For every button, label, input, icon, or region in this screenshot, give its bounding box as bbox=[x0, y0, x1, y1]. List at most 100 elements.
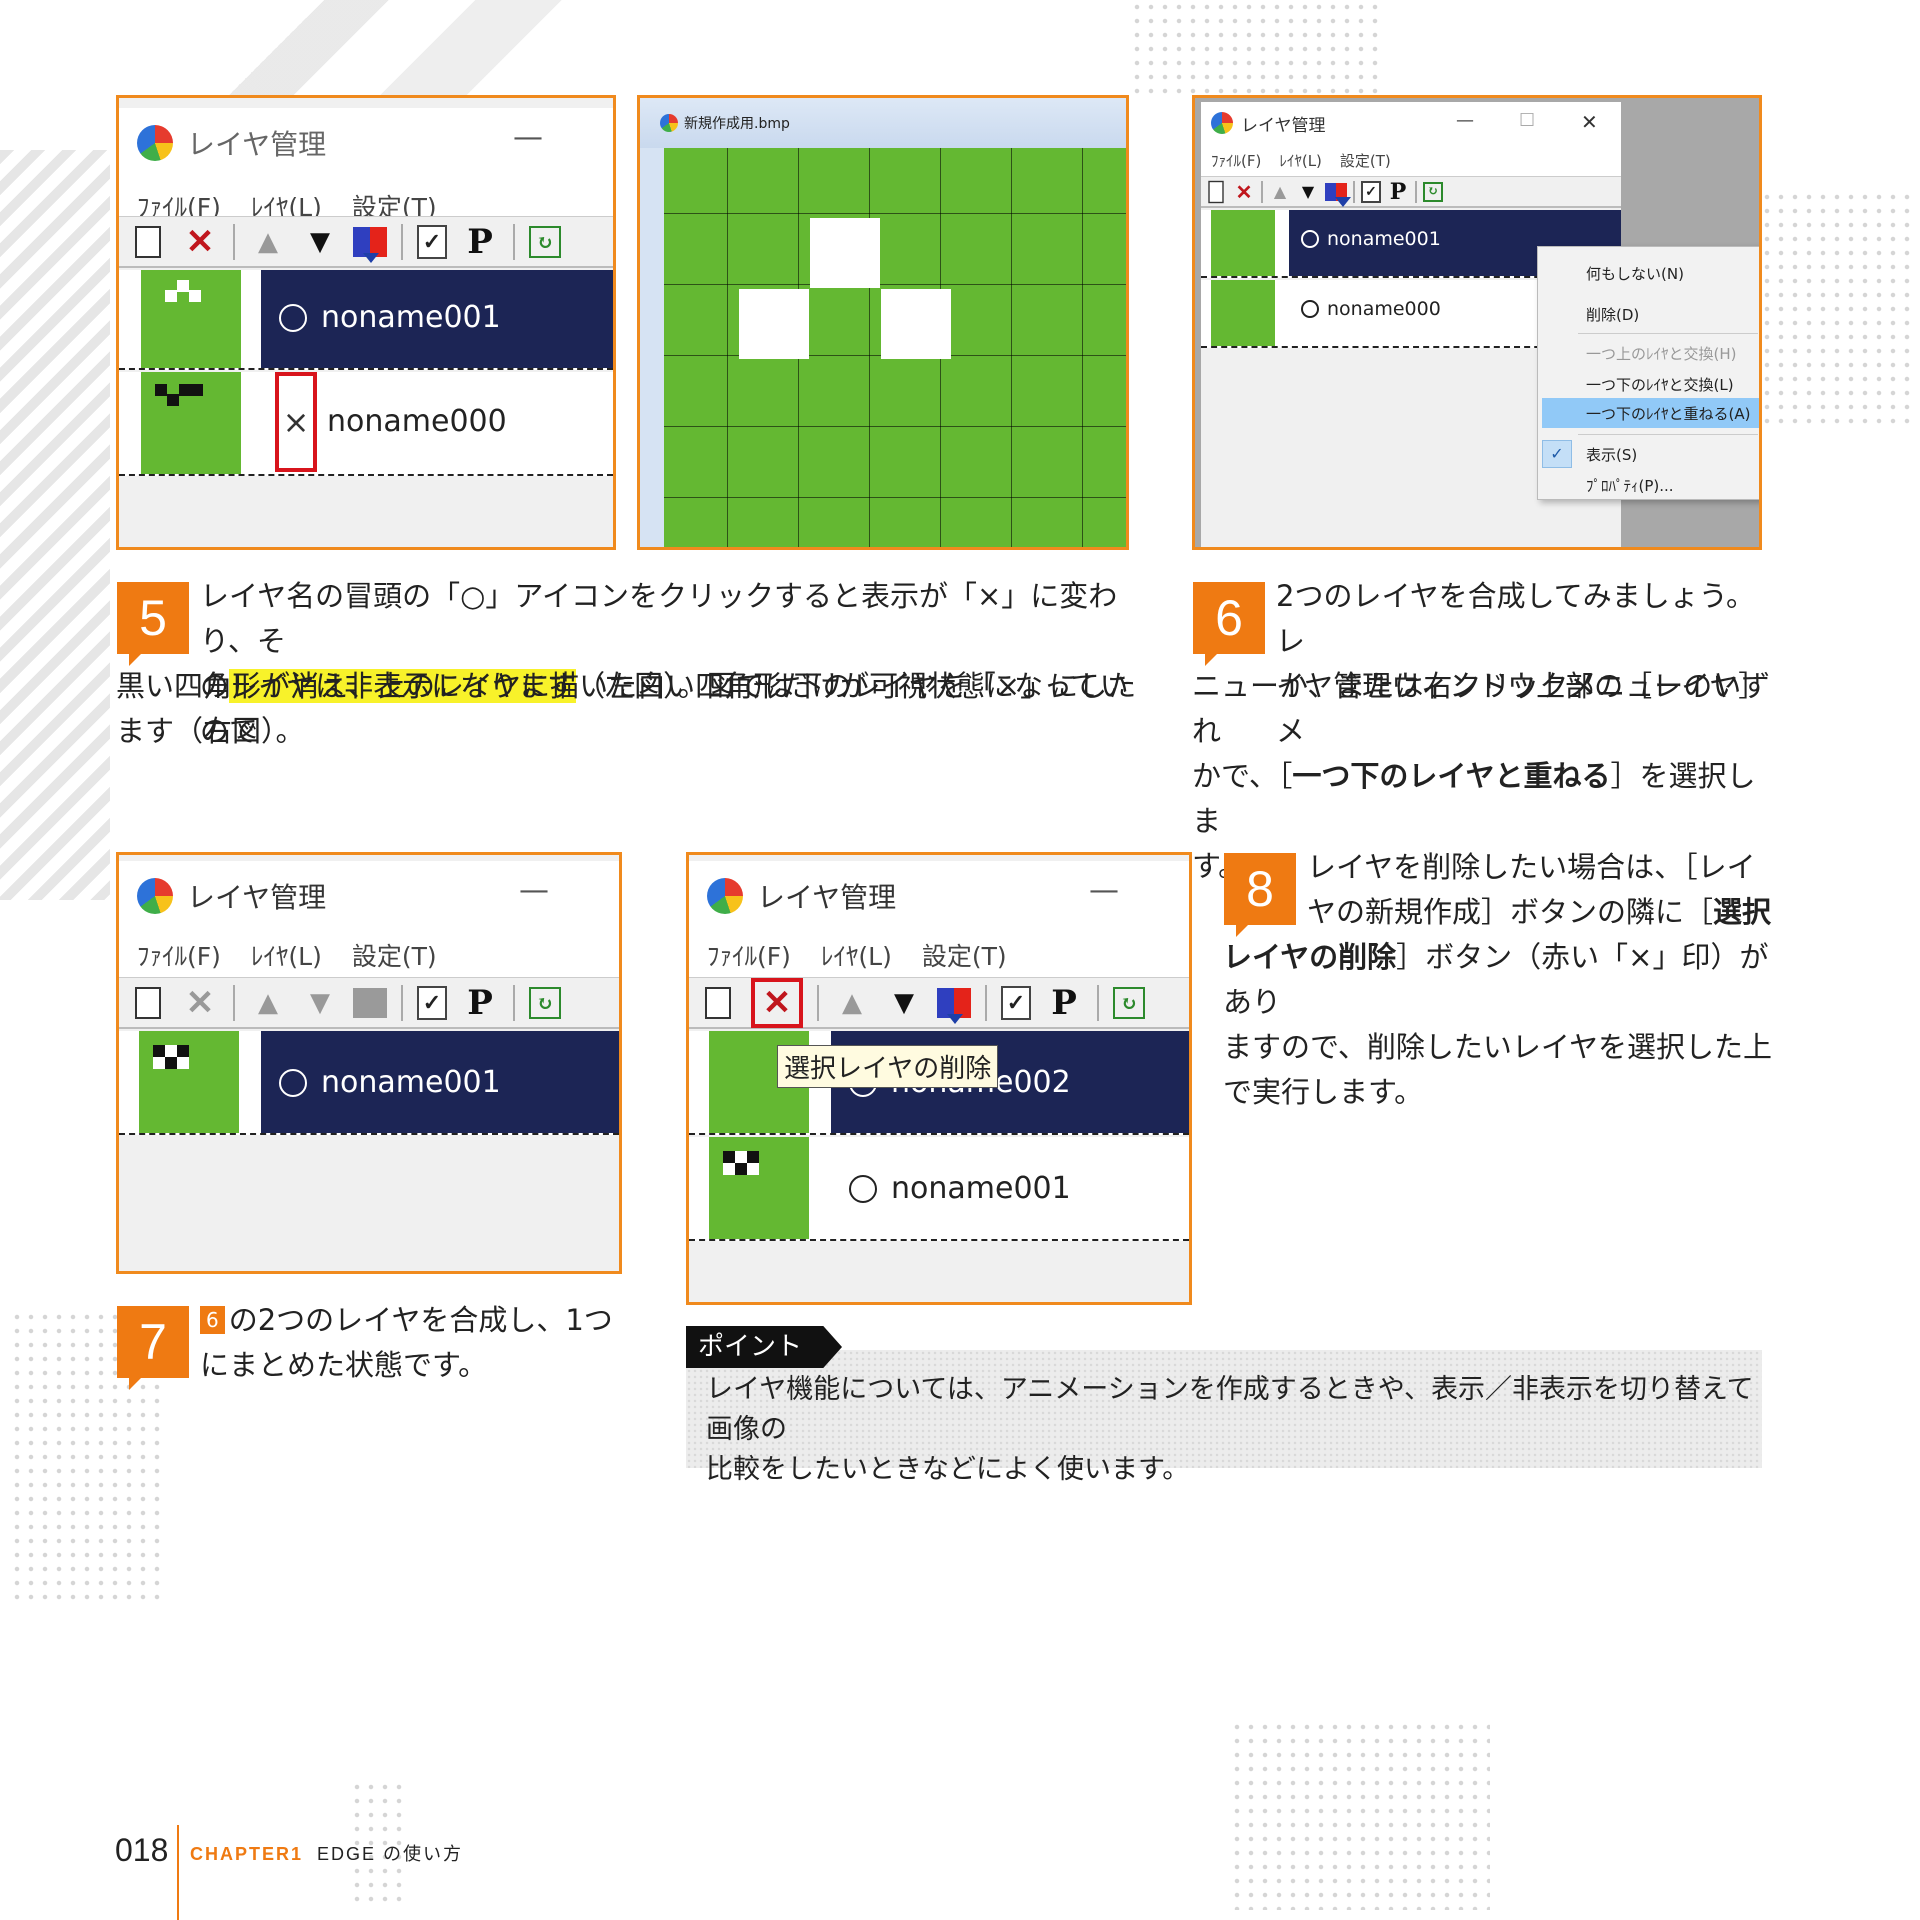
layer-thumbnail bbox=[141, 372, 241, 474]
toolbar: ✕ ▲ ▼ ✓ P ↻ bbox=[689, 977, 1189, 1029]
canvas-titlebar: 新規作成用.bmp bbox=[640, 98, 1126, 148]
menu-settings[interactable]: 設定(T) bbox=[1340, 150, 1391, 171]
new-layer-icon[interactable] bbox=[129, 223, 167, 261]
move-up-icon[interactable]: ▲ bbox=[249, 984, 287, 1022]
menu-layer[interactable]: ﾚｲﾔ(L) bbox=[251, 937, 322, 973]
hidden-marker-box[interactable]: × bbox=[275, 372, 317, 472]
window-titlebar: レイヤ管理 — bbox=[689, 861, 1189, 931]
visibility-circle-icon[interactable] bbox=[279, 1068, 307, 1097]
menu-layer[interactable]: ﾚｲﾔ(L) bbox=[1279, 150, 1322, 171]
screenshot-layer-hidden: レイヤ管理 — ﾌｧｲﾙ(F) ﾚｲﾔ(L) 設定(T) ✕ ▲ ▼ ✓ P ↻… bbox=[116, 95, 616, 550]
canvas-title: 新規作成用.bmp bbox=[684, 116, 790, 132]
new-layer-icon[interactable] bbox=[129, 984, 167, 1022]
close-button[interactable]: ✕ bbox=[1581, 110, 1598, 134]
window-titlebar: レイヤ管理 — ☐ ✕ bbox=[1201, 102, 1621, 144]
context-item-swap-down[interactable]: 一つ下のﾚｲﾔと交換(L) bbox=[1586, 374, 1734, 395]
menu-layer[interactable]: ﾚｲﾔ(L) bbox=[821, 937, 892, 973]
context-item-delete[interactable]: 削除(D) bbox=[1586, 304, 1639, 325]
merge-down-icon[interactable] bbox=[353, 987, 387, 1018]
minimize-button[interactable]: — bbox=[1089, 873, 1119, 908]
move-down-icon[interactable]: ▼ bbox=[885, 984, 923, 1022]
move-down-icon[interactable]: ▼ bbox=[301, 984, 339, 1022]
edit-layer-icon[interactable]: ✓ bbox=[417, 985, 447, 1020]
move-up-icon[interactable]: ▲ bbox=[249, 223, 287, 261]
window-titlebar: レイヤ管理 — bbox=[119, 861, 619, 931]
layer-row[interactable]: noname001 bbox=[119, 270, 613, 370]
refresh-icon[interactable]: ↻ bbox=[1113, 986, 1145, 1019]
screenshot-canvas: 新規作成用.bmp bbox=[637, 95, 1129, 550]
visibility-circle-icon[interactable] bbox=[279, 303, 307, 332]
menu-file[interactable]: ﾌｧｲﾙ(F) bbox=[707, 937, 791, 973]
merge-down-icon[interactable] bbox=[353, 226, 387, 263]
toolbar: ✕ ▲ ▼ ✓ P ↻ bbox=[119, 977, 619, 1029]
layer-name-row: noname001 bbox=[1301, 228, 1441, 250]
move-down-icon[interactable]: ▼ bbox=[1297, 181, 1319, 203]
context-item-swap-up[interactable]: 一つ上のﾚｲﾔと交換(H) bbox=[1586, 343, 1736, 364]
toolbar-separator bbox=[1415, 180, 1417, 203]
refresh-icon[interactable]: ↻ bbox=[529, 986, 561, 1019]
toolbar-separator bbox=[1261, 180, 1263, 203]
maximize-button[interactable]: ☐ bbox=[1519, 110, 1535, 131]
step6-line: ニューか、または右クリックメニューのいずれ bbox=[1192, 669, 1771, 748]
toolbar-separator bbox=[1353, 180, 1355, 203]
pixel-canvas bbox=[664, 148, 1126, 547]
new-layer-icon[interactable] bbox=[1208, 184, 1223, 199]
edit-layer-icon[interactable]: ✓ bbox=[1361, 180, 1381, 203]
context-item-merge-down[interactable]: 一つ下のﾚｲﾔと重ねる(A) bbox=[1542, 398, 1759, 428]
edit-layer-icon[interactable]: ✓ bbox=[1001, 985, 1031, 1020]
merge-down-icon[interactable] bbox=[1325, 182, 1351, 207]
refresh-icon[interactable]: ↻ bbox=[529, 225, 561, 258]
edit-layer-icon[interactable]: ✓ bbox=[417, 224, 447, 259]
delete-layer-icon[interactable]: ✕ bbox=[1233, 180, 1255, 204]
refresh-icon[interactable]: ↻ bbox=[1423, 181, 1443, 202]
delete-layer-icon[interactable]: ✕ bbox=[181, 983, 219, 1023]
layer-name: noname001 bbox=[891, 1171, 1071, 1206]
menu-bar: ﾌｧｲﾙ(F) ﾚｲﾔ(L) 設定(T) bbox=[1201, 144, 1621, 176]
visibility-circle-icon[interactable] bbox=[1301, 230, 1319, 248]
properties-icon[interactable]: P bbox=[1045, 983, 1083, 1023]
point-label: ポイント bbox=[686, 1326, 843, 1368]
delete-selected-layer-icon[interactable]: ✕ bbox=[751, 977, 803, 1028]
properties-icon[interactable]: P bbox=[461, 222, 499, 262]
move-up-icon[interactable]: ▲ bbox=[1269, 181, 1291, 203]
delete-layer-icon[interactable]: ✕ bbox=[181, 222, 219, 262]
new-layer-icon[interactable] bbox=[699, 984, 737, 1022]
visibility-circle-icon[interactable] bbox=[849, 1174, 877, 1203]
properties-icon[interactable]: P bbox=[461, 983, 499, 1023]
context-item-properties[interactable]: ﾌﾟﾛﾊﾟﾃｨ(P)... bbox=[1586, 475, 1674, 496]
step-badge-8: 8 bbox=[1224, 853, 1296, 937]
move-down-icon[interactable]: ▼ bbox=[301, 223, 339, 261]
minimize-button[interactable]: — bbox=[513, 120, 543, 155]
window-title: レイヤ管理 bbox=[1241, 115, 1326, 136]
step-ref-badge: 6 bbox=[200, 1306, 225, 1334]
app-icon bbox=[137, 125, 173, 161]
layer-row[interactable]: noname001 bbox=[119, 1031, 619, 1135]
decor-stripes-left bbox=[0, 150, 110, 900]
layer-row[interactable]: × noname000 bbox=[119, 372, 613, 476]
minimize-button[interactable]: — bbox=[519, 873, 549, 908]
layer-name-row: noname000 bbox=[1301, 298, 1441, 320]
window-titlebar: レイヤ管理 — bbox=[119, 108, 613, 178]
checkmark-icon: ✓ bbox=[1542, 440, 1572, 468]
step8-line: で実行します。 bbox=[1223, 1075, 1424, 1109]
context-item-none[interactable]: 何もしない(N) bbox=[1586, 263, 1684, 284]
menu-file[interactable]: ﾌｧｲﾙ(F) bbox=[137, 937, 221, 973]
toolbar-separator bbox=[985, 984, 987, 1021]
layer-row[interactable]: noname001 bbox=[689, 1137, 1189, 1241]
merge-down-icon[interactable] bbox=[937, 987, 971, 1024]
properties-icon[interactable]: P bbox=[1387, 179, 1409, 205]
toolbar-separator bbox=[817, 984, 819, 1021]
step7-line: 6 の2つのレイヤを合成し、1つ bbox=[200, 1298, 630, 1343]
app-icon bbox=[137, 878, 173, 914]
visibility-circle-icon[interactable] bbox=[1301, 300, 1319, 318]
minimize-button[interactable]: — bbox=[1456, 110, 1474, 131]
menu-settings[interactable]: 設定(T) bbox=[922, 937, 1007, 973]
decor-dots-bottom-right bbox=[1230, 1720, 1490, 1910]
context-separator bbox=[1578, 434, 1758, 435]
menu-settings[interactable]: 設定(T) bbox=[352, 937, 437, 973]
menu-file[interactable]: ﾌｧｲﾙ(F) bbox=[1211, 150, 1261, 171]
layer-name: noname001 bbox=[1327, 228, 1441, 250]
context-item-show[interactable]: 表示(S) bbox=[1586, 444, 1637, 465]
layer-thumbnail bbox=[1211, 210, 1275, 276]
move-up-icon[interactable]: ▲ bbox=[833, 984, 871, 1022]
